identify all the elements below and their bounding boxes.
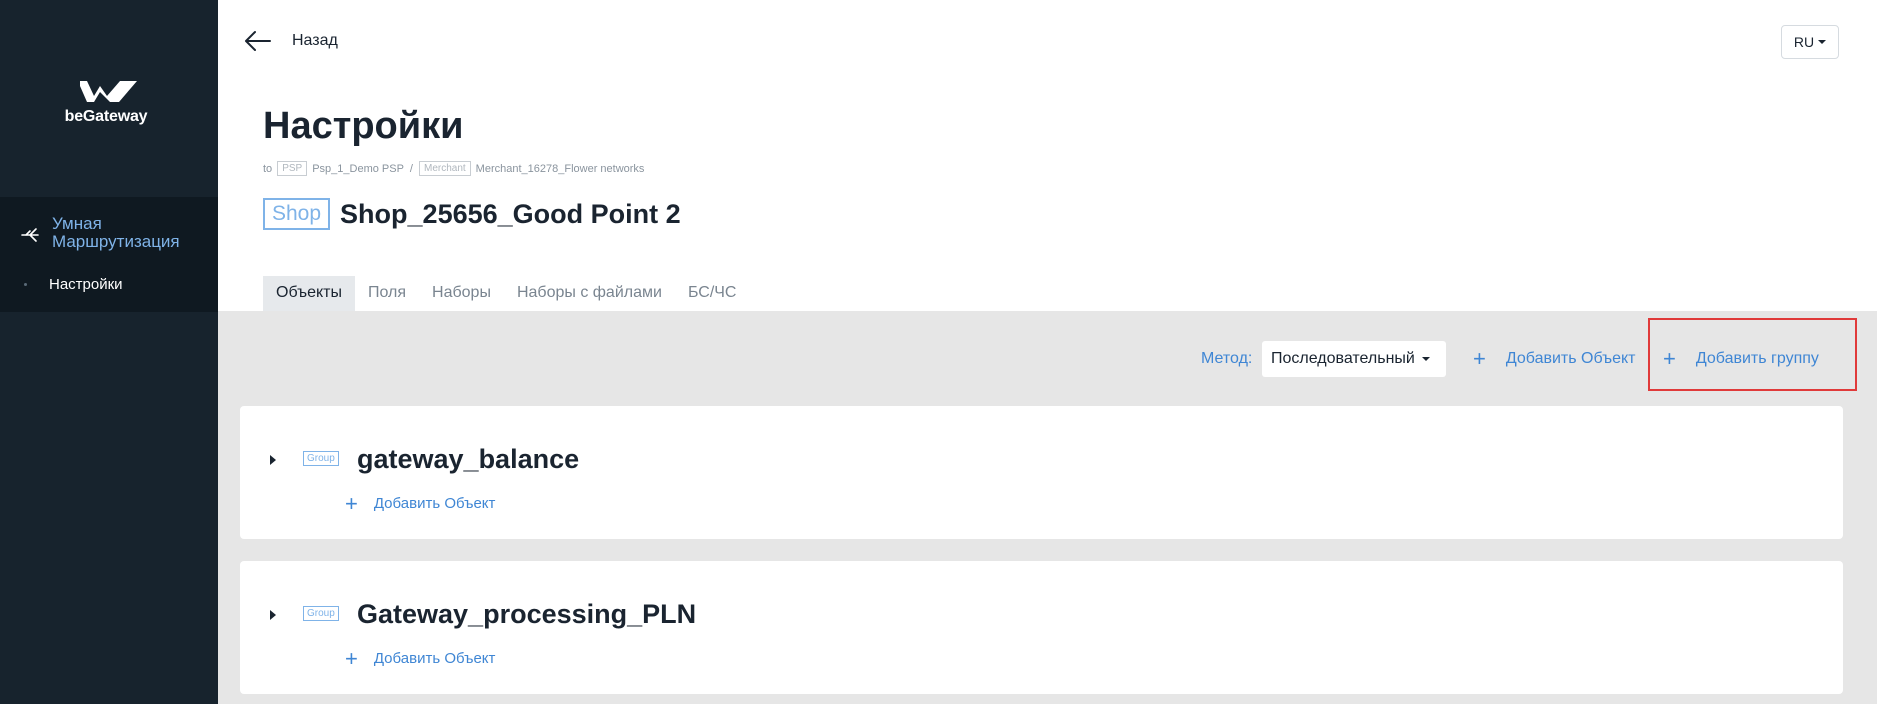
group-badge: Group (303, 451, 339, 466)
sidebar-item-label: Умная Маршрутизация (52, 214, 180, 251)
routing-icon (21, 228, 39, 242)
plus-icon: + (345, 490, 358, 516)
tab-fields[interactable]: Поля (355, 276, 419, 311)
tab-objects[interactable]: Объекты (263, 276, 355, 311)
group-name: Gateway_processing_PLN (357, 599, 697, 629)
method-select-value: Последовательный (1271, 350, 1415, 367)
tab-lists[interactable]: БС/ЧС (675, 276, 750, 311)
breadcrumb-psp[interactable]: Psp_1_Demo PSP (312, 163, 404, 175)
group-add-object-button[interactable]: + Добавить Объект (345, 490, 496, 516)
breadcrumb-separator: / (409, 162, 413, 175)
group-add-object-label: Добавить Объект (373, 650, 496, 667)
chevron-down-icon (1422, 357, 1430, 361)
sidebar: beGateway Умная Маршрутизация Настройки (0, 0, 218, 704)
plus-icon: + (1473, 346, 1486, 371)
highlight-box (1648, 318, 1857, 391)
breadcrumb-merchant[interactable]: Merchant_16278_Flower networks (476, 163, 645, 175)
language-select[interactable]: RU (1781, 25, 1839, 59)
sidebar-item-settings[interactable]: Настройки (24, 276, 123, 293)
group-name: gateway_balance (357, 444, 580, 474)
chevron-down-icon (1818, 40, 1827, 44)
language-label: RU (1793, 34, 1815, 50)
plus-icon: + (345, 645, 358, 671)
page-title: Настройки (263, 105, 464, 147)
shop-heading: Shop Shop_25656_Good Point 2 (263, 198, 681, 230)
back-button[interactable]: Назад (244, 30, 338, 52)
shop-name: Shop_25656_Good Point 2 (340, 198, 681, 229)
tab-sets[interactable]: Наборы (419, 276, 504, 311)
tabs: Объекты Поля Наборы Наборы с файлами БС/… (263, 276, 749, 311)
method-label: Метод: (1201, 350, 1253, 367)
shop-badge: Shop (263, 198, 331, 230)
logo-text: beGateway (64, 108, 148, 125)
sidebar-item-smart-routing[interactable]: Умная Маршрутизация (20, 215, 212, 251)
sidebar-subitem-label: Настройки (49, 276, 123, 293)
caret-right-icon[interactable] (270, 455, 276, 465)
breadcrumb: to PSP Psp_1_Demo PSP / Merchant Merchan… (263, 161, 644, 176)
add-object-button[interactable]: + Добавить Объект (1473, 346, 1636, 371)
bullet-icon (24, 283, 27, 286)
psp-tag: PSP (277, 161, 308, 176)
arrow-left-icon (245, 31, 271, 51)
tab-file-sets[interactable]: Наборы с файлами (504, 276, 675, 311)
sidebar-nav: Умная Маршрутизация Настройки (0, 197, 218, 312)
group-card: Group Gateway_processing_PLN + Добавить … (240, 561, 1843, 694)
group-add-object-button[interactable]: + Добавить Объект (345, 645, 496, 671)
breadcrumb-prefix: to (263, 162, 273, 175)
add-object-label: Добавить Объект (1505, 350, 1636, 367)
method-select[interactable]: Последовательный (1262, 341, 1446, 377)
group-badge: Group (303, 606, 339, 621)
merchant-tag: Merchant (418, 161, 471, 176)
group-add-object-label: Добавить Объект (373, 495, 496, 512)
caret-right-icon[interactable] (270, 610, 276, 620)
back-label: Назад (292, 32, 338, 49)
group-card: Group gateway_balance + Добавить Объект (240, 406, 1843, 539)
